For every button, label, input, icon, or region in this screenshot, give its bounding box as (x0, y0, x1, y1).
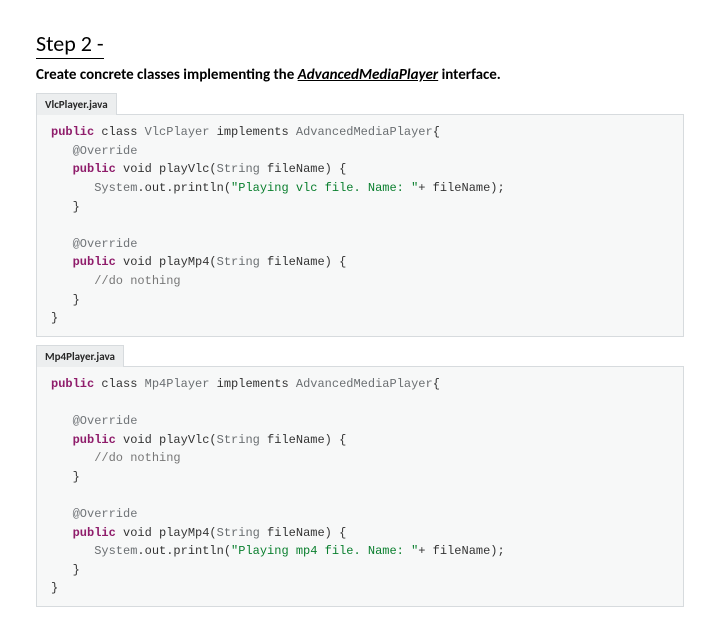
code-token: AdvancedMediaPlayer (296, 377, 433, 391)
code-token: @Override (51, 237, 137, 251)
page: Step 2 - Create concrete classes impleme… (0, 0, 720, 617)
code-token: "Playing mp4 file. Name: " (231, 544, 418, 558)
code-token: public (51, 125, 94, 139)
code-token: void playMp4( (116, 526, 217, 540)
code-token: } (51, 293, 80, 307)
code-token: //do nothing (51, 451, 181, 465)
code-token: { (433, 125, 440, 139)
code-token: } (51, 311, 58, 325)
code-token: "Playing vlc file. Name: " (231, 181, 418, 195)
code-token: System (51, 181, 137, 195)
code-token: public (51, 526, 116, 540)
code-token: implements (209, 377, 295, 391)
code-token: Mp4Player (145, 377, 210, 391)
file-header: Mp4Player.java (36, 345, 124, 367)
code-token: } (51, 200, 80, 214)
step-description: Create concrete classes implementing the… (36, 65, 556, 85)
code-token: void playMp4( (116, 255, 217, 269)
code-token: System (51, 544, 137, 558)
code-token: fileName) { (260, 433, 346, 447)
code-token: } (51, 470, 80, 484)
code-token: fileName) { (260, 255, 346, 269)
file-block-vlcplayer: VlcPlayer.java public class VlcPlayer im… (36, 93, 684, 337)
file-block-mp4player: Mp4Player.java public class Mp4Player im… (36, 345, 684, 607)
step-desc-post: interface. (438, 66, 501, 84)
code-token: fileName) { (260, 162, 346, 176)
step-title: Step 2 - (36, 30, 104, 59)
code-token: public (51, 162, 116, 176)
code-token: public (51, 433, 116, 447)
code-token: //do nothing (51, 274, 181, 288)
code-token: fileName) { (260, 526, 346, 540)
code-token: String (217, 433, 260, 447)
code-token: implements (209, 125, 295, 139)
code-token: public (51, 255, 116, 269)
code-token: + fileName); (418, 544, 504, 558)
code-token: @Override (51, 414, 137, 428)
code-token: .out.println( (137, 181, 231, 195)
code-token: void playVlc( (116, 433, 217, 447)
code-token: .out.println( (137, 544, 231, 558)
code-token: class (94, 125, 144, 139)
code-token: String (217, 162, 260, 176)
code-token: String (217, 526, 260, 540)
code-token: void playVlc( (116, 162, 217, 176)
code-token: public (51, 377, 94, 391)
code-box: public class VlcPlayer implements Advanc… (36, 114, 684, 337)
code-token: VlcPlayer (145, 125, 210, 139)
code-token: @Override (51, 144, 137, 158)
step-desc-pre: Create concrete classes implementing the (36, 66, 298, 84)
code-box: public class Mp4Player implements Advanc… (36, 366, 684, 607)
code-token: } (51, 563, 80, 577)
code-token: AdvancedMediaPlayer (296, 125, 433, 139)
code-token: + fileName); (418, 181, 504, 195)
code-token: { (433, 377, 440, 391)
file-header: VlcPlayer.java (36, 93, 117, 115)
code-token: String (217, 255, 260, 269)
code-token: } (51, 581, 58, 595)
code-token: class (94, 377, 144, 391)
step-desc-link: AdvancedMediaPlayer (298, 66, 439, 84)
code-token: @Override (51, 507, 137, 521)
